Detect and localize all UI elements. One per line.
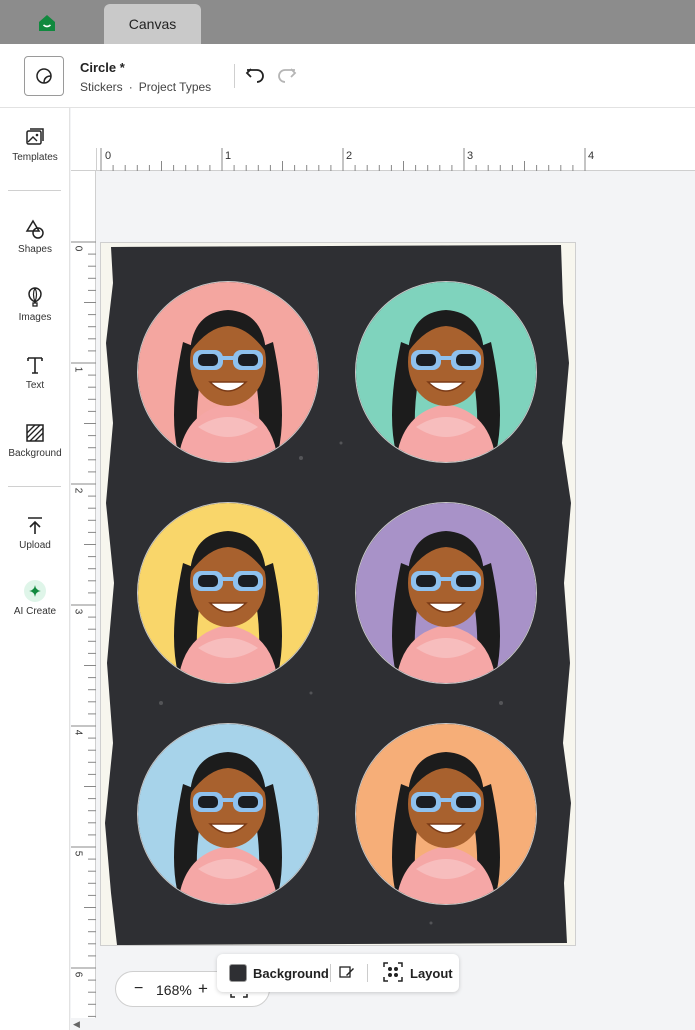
ruler-vertical: 0 1 2 3 4 5 6 bbox=[71, 171, 96, 1018]
ruler-top-label: 3 bbox=[467, 150, 474, 162]
sidebar-item-text[interactable]: Text bbox=[0, 354, 70, 391]
breadcrumb-stickers[interactable]: Stickers bbox=[80, 80, 123, 94]
layout-button[interactable]: Layout bbox=[410, 966, 453, 981]
background-button[interactable]: Background bbox=[253, 966, 329, 981]
layout-icon[interactable] bbox=[383, 962, 403, 982]
horizontal-scrollbar[interactable]: ◀ bbox=[71, 1018, 695, 1030]
upload-icon bbox=[28, 517, 42, 534]
toolbar-divider bbox=[330, 964, 331, 982]
undo-icon[interactable] bbox=[244, 64, 266, 86]
sticker-circle[interactable] bbox=[137, 723, 319, 905]
scroll-left-icon[interactable]: ◀ bbox=[73, 1019, 80, 1030]
sidebar-label-upload: Upload bbox=[19, 540, 51, 551]
project-type-button[interactable] bbox=[24, 56, 64, 96]
tab-bar: Canvas bbox=[0, 0, 695, 44]
ruler-top-label: 0 bbox=[105, 150, 112, 162]
templates-icon bbox=[26, 128, 44, 145]
sticker-circle[interactable] bbox=[355, 281, 537, 463]
home-icon[interactable] bbox=[36, 12, 58, 34]
sidebar-item-images[interactable]: Images bbox=[0, 286, 70, 323]
ruler-left-label: 0 bbox=[72, 245, 84, 252]
sidebar-divider bbox=[8, 486, 61, 487]
toolbar-divider bbox=[367, 964, 368, 982]
ruler-left-label: 2 bbox=[72, 487, 84, 494]
zoom-in-button[interactable]: + bbox=[198, 979, 208, 999]
canvas-top-strip bbox=[71, 108, 695, 148]
ruler-left-label: 3 bbox=[72, 608, 84, 615]
sticker-circle[interactable] bbox=[137, 502, 319, 684]
context-toolbar: Background Layout bbox=[217, 954, 459, 992]
ruler-left-label: 5 bbox=[72, 850, 84, 857]
sidebar-divider bbox=[8, 190, 61, 191]
ruler-left-label: 4 bbox=[72, 729, 84, 736]
sidebar-label-images: Images bbox=[18, 312, 52, 323]
zoom-out-button[interactable]: − bbox=[134, 980, 143, 998]
redo-icon[interactable] bbox=[276, 64, 298, 86]
sidebar-label-background: Background bbox=[8, 448, 62, 459]
tab-canvas-label: Canvas bbox=[128, 16, 177, 32]
ruler-top-label: 4 bbox=[588, 150, 595, 162]
sidebar-item-templates[interactable]: Templates bbox=[0, 126, 70, 163]
ruler-top-label: 2 bbox=[346, 150, 353, 162]
sidebar-item-ai-create[interactable]: AI Create bbox=[0, 580, 70, 617]
background-icon bbox=[26, 424, 44, 442]
text-icon bbox=[27, 357, 43, 374]
background-swatch[interactable] bbox=[229, 964, 247, 982]
ruler-top-label: 1 bbox=[225, 150, 232, 162]
header-divider bbox=[234, 64, 235, 88]
sidebar-item-background[interactable]: Background bbox=[0, 422, 70, 459]
sparkle-icon bbox=[24, 580, 46, 602]
sticker-circle[interactable] bbox=[355, 502, 537, 684]
sticker-circle[interactable] bbox=[137, 281, 319, 463]
sticker-icon bbox=[36, 68, 52, 84]
sticker-circle[interactable] bbox=[355, 723, 537, 905]
ruler-left-label: 6 bbox=[72, 971, 84, 978]
breadcrumb: Stickers · Project Types bbox=[80, 80, 211, 94]
sidebar-item-shapes[interactable]: Shapes bbox=[0, 218, 70, 255]
sidebar-label-templates: Templates bbox=[12, 152, 58, 163]
breadcrumb-separator: · bbox=[128, 80, 133, 94]
left-toolbar: Templates Shapes Images Text Background … bbox=[0, 108, 70, 1030]
zoom-level[interactable]: 168% bbox=[156, 982, 192, 998]
sidebar-label-shapes: Shapes bbox=[18, 244, 52, 255]
tab-canvas[interactable]: Canvas bbox=[104, 4, 201, 44]
breadcrumb-project-types[interactable]: Project Types bbox=[139, 80, 211, 94]
sidebar-label-text: Text bbox=[25, 380, 45, 391]
sidebar-item-upload[interactable]: Upload bbox=[0, 514, 70, 551]
project-header: Circle * Stickers · Project Types bbox=[0, 44, 695, 108]
edit-image-icon[interactable] bbox=[339, 964, 355, 980]
sidebar-label-ai-create: AI Create bbox=[13, 606, 57, 617]
project-title[interactable]: Circle * bbox=[80, 60, 125, 75]
canvas-page[interactable] bbox=[100, 242, 576, 946]
ruler-left-label: 1 bbox=[72, 366, 84, 373]
shapes-icon bbox=[25, 219, 44, 239]
ruler-horizontal: 0 1 2 3 4 bbox=[96, 148, 695, 171]
images-icon bbox=[28, 287, 42, 307]
ruler-corner bbox=[71, 148, 96, 171]
